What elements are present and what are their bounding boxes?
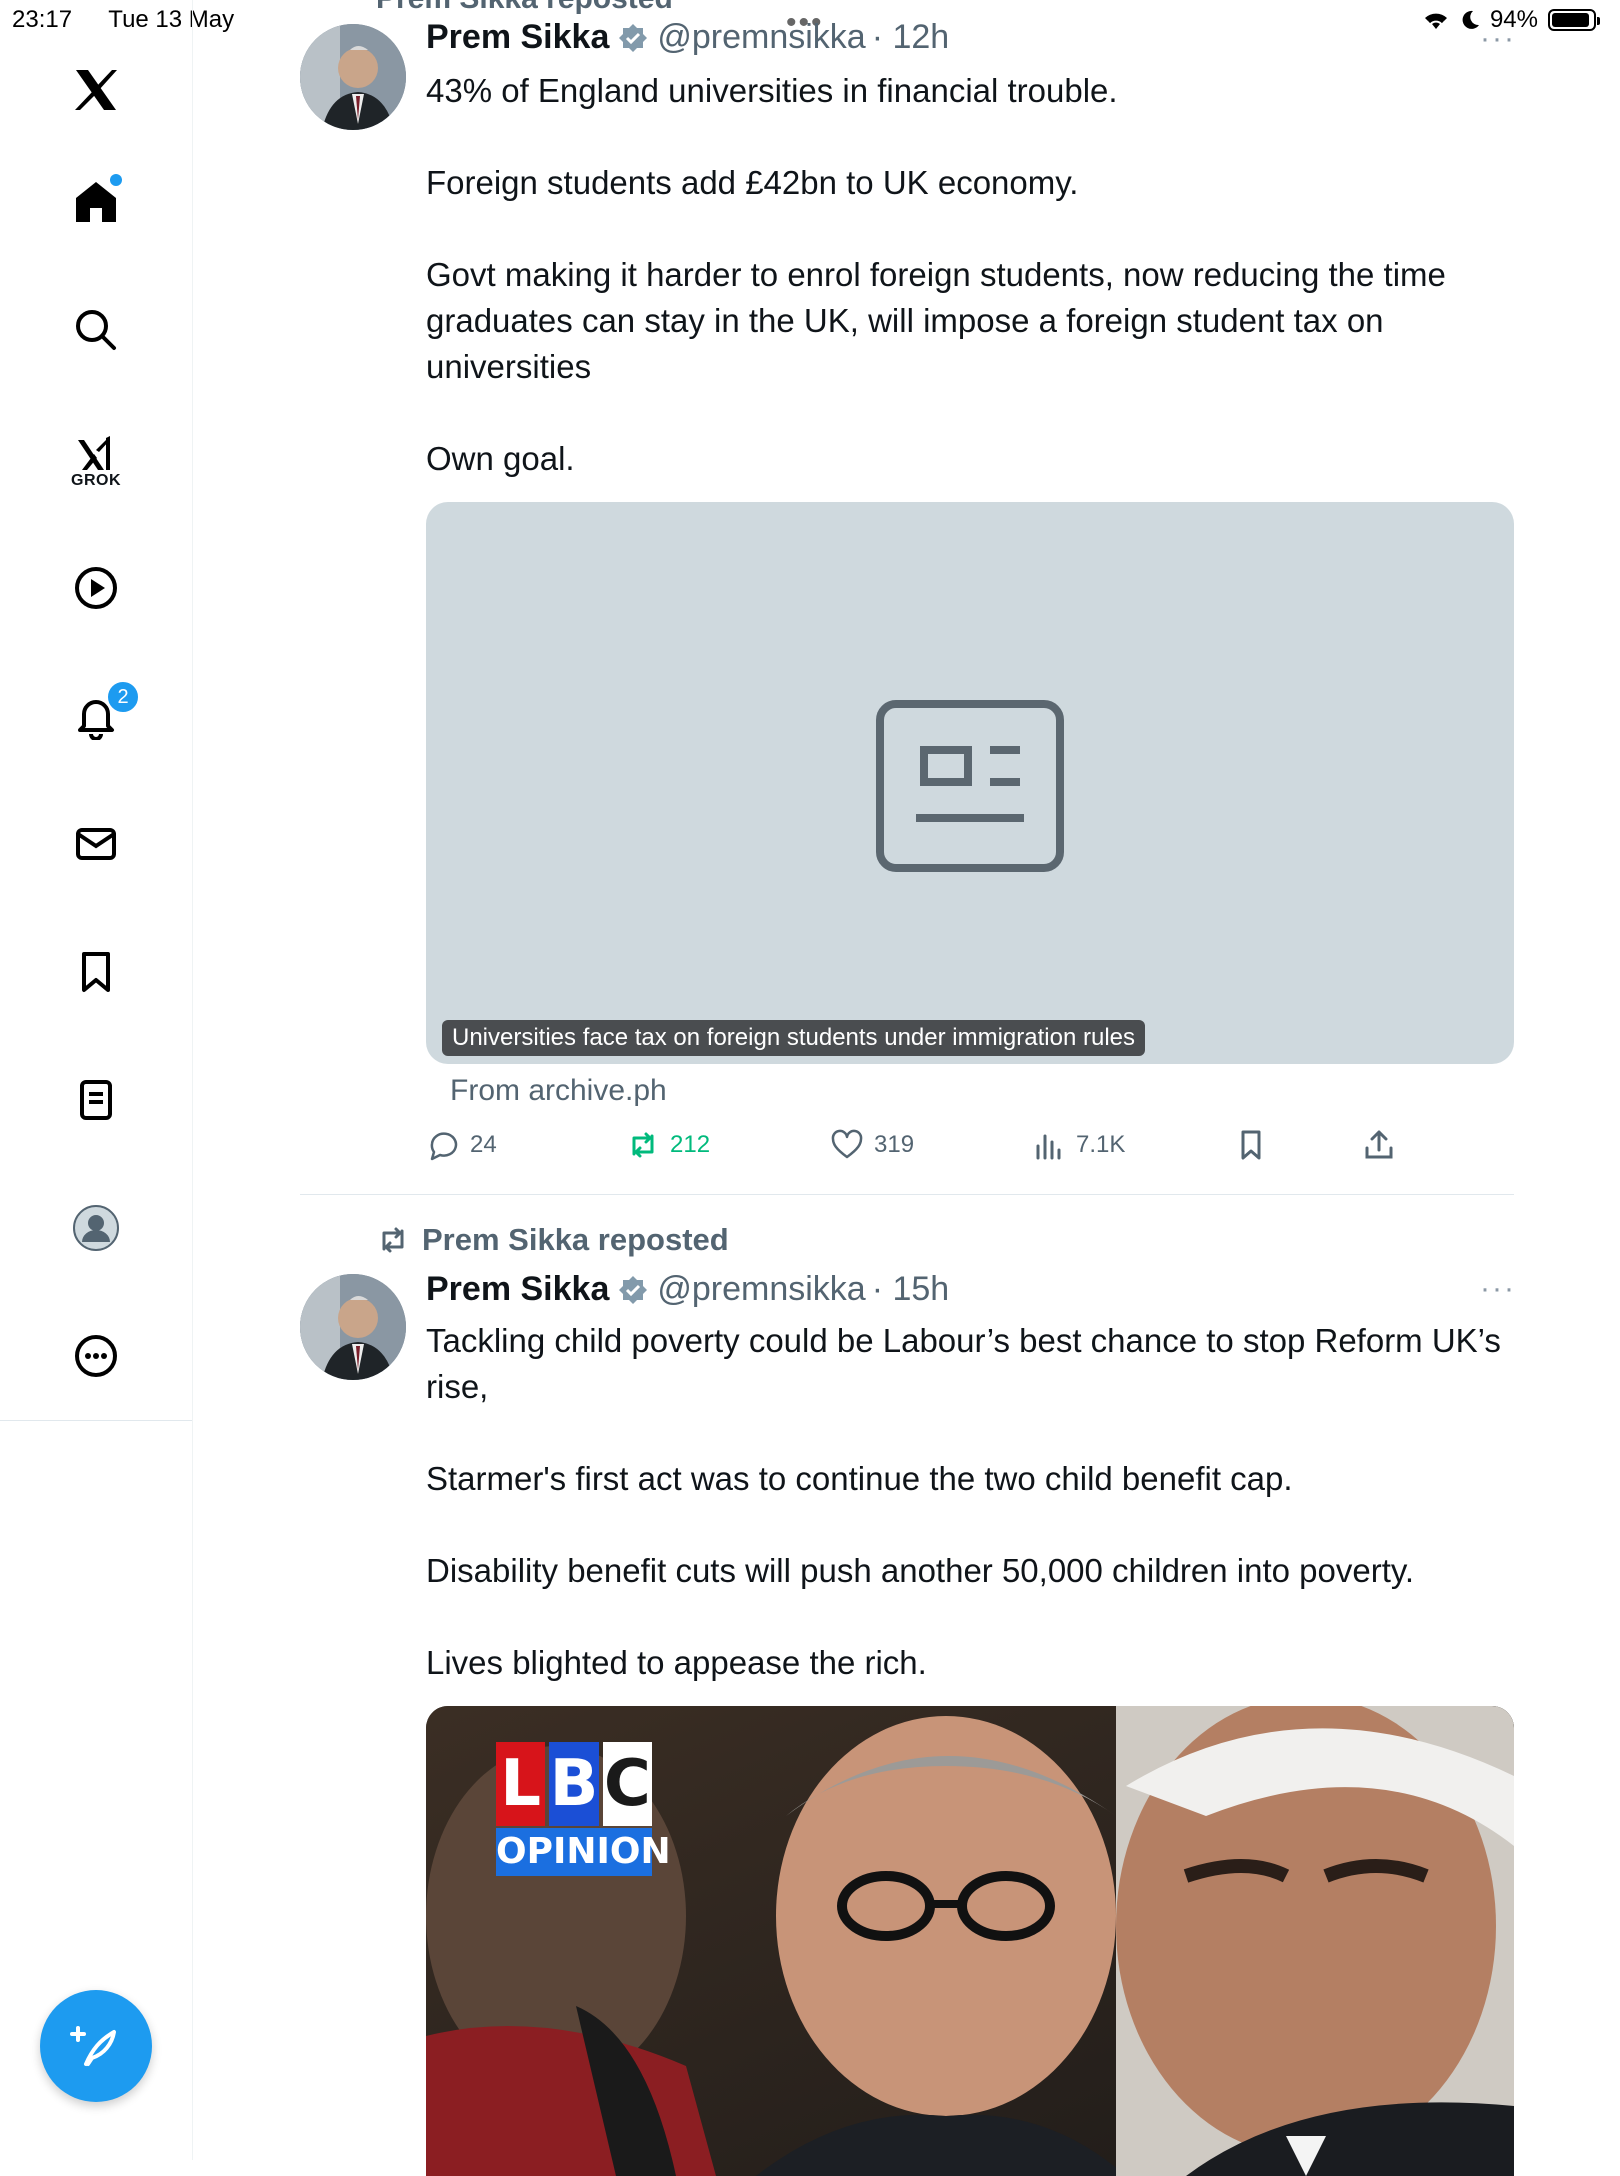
tweet-paragraph: Own goal. — [426, 440, 575, 477]
article-placeholder-icon — [876, 700, 1064, 872]
author-photo — [300, 24, 406, 130]
tweet-image[interactable]: L B C OPINION — [426, 1706, 1514, 2176]
repost-button[interactable]: 212 — [626, 1128, 710, 1162]
tweet-paragraph: Disability benefit cuts will push anothe… — [426, 1552, 1415, 1589]
sidebar-item-notifications[interactable]: 2 — [66, 680, 140, 746]
tweet-1-more-button[interactable]: ··· — [1480, 22, 1516, 56]
grok-icon — [78, 436, 110, 470]
battery-icon — [1548, 9, 1600, 31]
bookmark-button[interactable] — [1234, 1128, 1268, 1162]
profile-avatar-icon — [73, 1205, 119, 1251]
tweet-1-actions: 24 212 319 7.1K — [426, 1128, 1426, 1168]
compose-feather-icon — [70, 2026, 116, 2066]
list-icon — [80, 1080, 112, 1120]
repost-label-text[interactable]: Prem Sikka reposted — [422, 1222, 729, 1258]
sidebar-item-more[interactable] — [66, 1326, 126, 1386]
link-card[interactable] — [426, 502, 1514, 1064]
bookmark-icon — [82, 952, 110, 992]
tweet-2-more-button[interactable]: ··· — [1480, 1272, 1516, 1306]
analytics-icon — [1036, 1134, 1061, 1160]
reply-count: 24 — [470, 1131, 497, 1158]
tweet-paragraph: Foreign students add £42bn to UK economy… — [426, 164, 1079, 201]
bookmark-icon — [1241, 1130, 1261, 1160]
compose-post-button[interactable] — [40, 1990, 152, 2102]
sidebar-item-profile[interactable] — [66, 1198, 126, 1258]
views-count: 7.1K — [1076, 1131, 1126, 1158]
sidebar-item-bookmarks[interactable] — [66, 942, 126, 1002]
share-button[interactable] — [1362, 1128, 1396, 1162]
tweet-1-header: Prem Sikka @premnsikka · 12h — [426, 18, 949, 57]
sidebar-item-messages[interactable] — [66, 814, 126, 874]
wifi-icon — [1424, 13, 1447, 29]
repost-label: Prem Sikka reposted — [376, 1222, 729, 1258]
tweet-paragraph: Lives blighted to appease the rich. — [426, 1644, 927, 1681]
sidebar-item-lists[interactable] — [66, 1070, 126, 1130]
tweet-paragraph: 43% of England universities in financial… — [426, 72, 1118, 109]
views-button[interactable]: 7.1K — [1032, 1128, 1125, 1162]
author-handle[interactable]: @premnsikka — [657, 18, 865, 57]
notification-badge: 2 — [106, 680, 140, 714]
link-card-caption: Universities face tax on foreign student… — [442, 1020, 1145, 1056]
author-avatar[interactable] — [300, 1274, 406, 1380]
lbc-opinion-logo: L B C OPINION — [496, 1742, 671, 1876]
tweet-2-header: Prem Sikka @premnsikka · 15h — [426, 1270, 949, 1309]
tweet-paragraph: Starmer's first act was to continue the … — [426, 1460, 1293, 1497]
tweet-2-text: Tackling child poverty could be Labour’s… — [426, 1318, 1516, 1686]
more-circle-icon — [75, 1335, 117, 1377]
search-icon — [76, 310, 116, 350]
repost-count: 212 — [670, 1131, 711, 1158]
repost-label-top: Prem Sikka reposted — [376, 0, 673, 16]
sidebar-item-explore[interactable] — [66, 300, 126, 360]
author-name[interactable]: Prem Sikka — [426, 1270, 609, 1309]
heart-icon — [831, 1129, 863, 1159]
like-count: 319 — [874, 1131, 915, 1158]
tweet-time[interactable]: · 12h — [872, 18, 950, 57]
sidebar-item-home[interactable] — [66, 172, 126, 232]
x-logo-icon[interactable] — [66, 60, 126, 120]
reply-icon — [430, 1132, 458, 1161]
play-circle-icon — [75, 567, 117, 609]
verified-badge-icon — [619, 23, 648, 52]
author-handle[interactable]: @premnsikka — [657, 1270, 865, 1309]
tweet-divider — [300, 1194, 1514, 1195]
tweet-1-text: 43% of England universities in financial… — [426, 68, 1516, 482]
sidebar-item-grok[interactable]: GROK — [66, 424, 126, 489]
sidebar-item-videos[interactable] — [66, 558, 126, 618]
like-button[interactable]: 319 — [830, 1128, 914, 1162]
verified-badge-icon — [619, 1275, 648, 1304]
tweet-time[interactable]: · 15h — [872, 1270, 950, 1309]
author-photo — [300, 1274, 406, 1380]
tweet-paragraph: Govt making it harder to enrol foreign s… — [426, 256, 1446, 385]
grok-label: GROK — [71, 472, 121, 489]
author-name[interactable]: Prem Sikka — [426, 18, 609, 57]
home-unread-dot — [110, 174, 122, 186]
mail-icon — [76, 828, 116, 860]
repost-icon — [632, 1132, 654, 1158]
author-avatar[interactable] — [300, 24, 406, 130]
sidebar-divider — [0, 1420, 192, 1421]
share-icon — [1365, 1130, 1393, 1159]
link-card-source[interactable]: From archive.ph — [450, 1074, 667, 1108]
moon-icon — [1462, 10, 1479, 29]
reply-button[interactable]: 24 — [426, 1128, 497, 1162]
tweet-paragraph: Tackling child poverty could be Labour’s… — [426, 1322, 1501, 1405]
repost-icon — [382, 1227, 404, 1253]
